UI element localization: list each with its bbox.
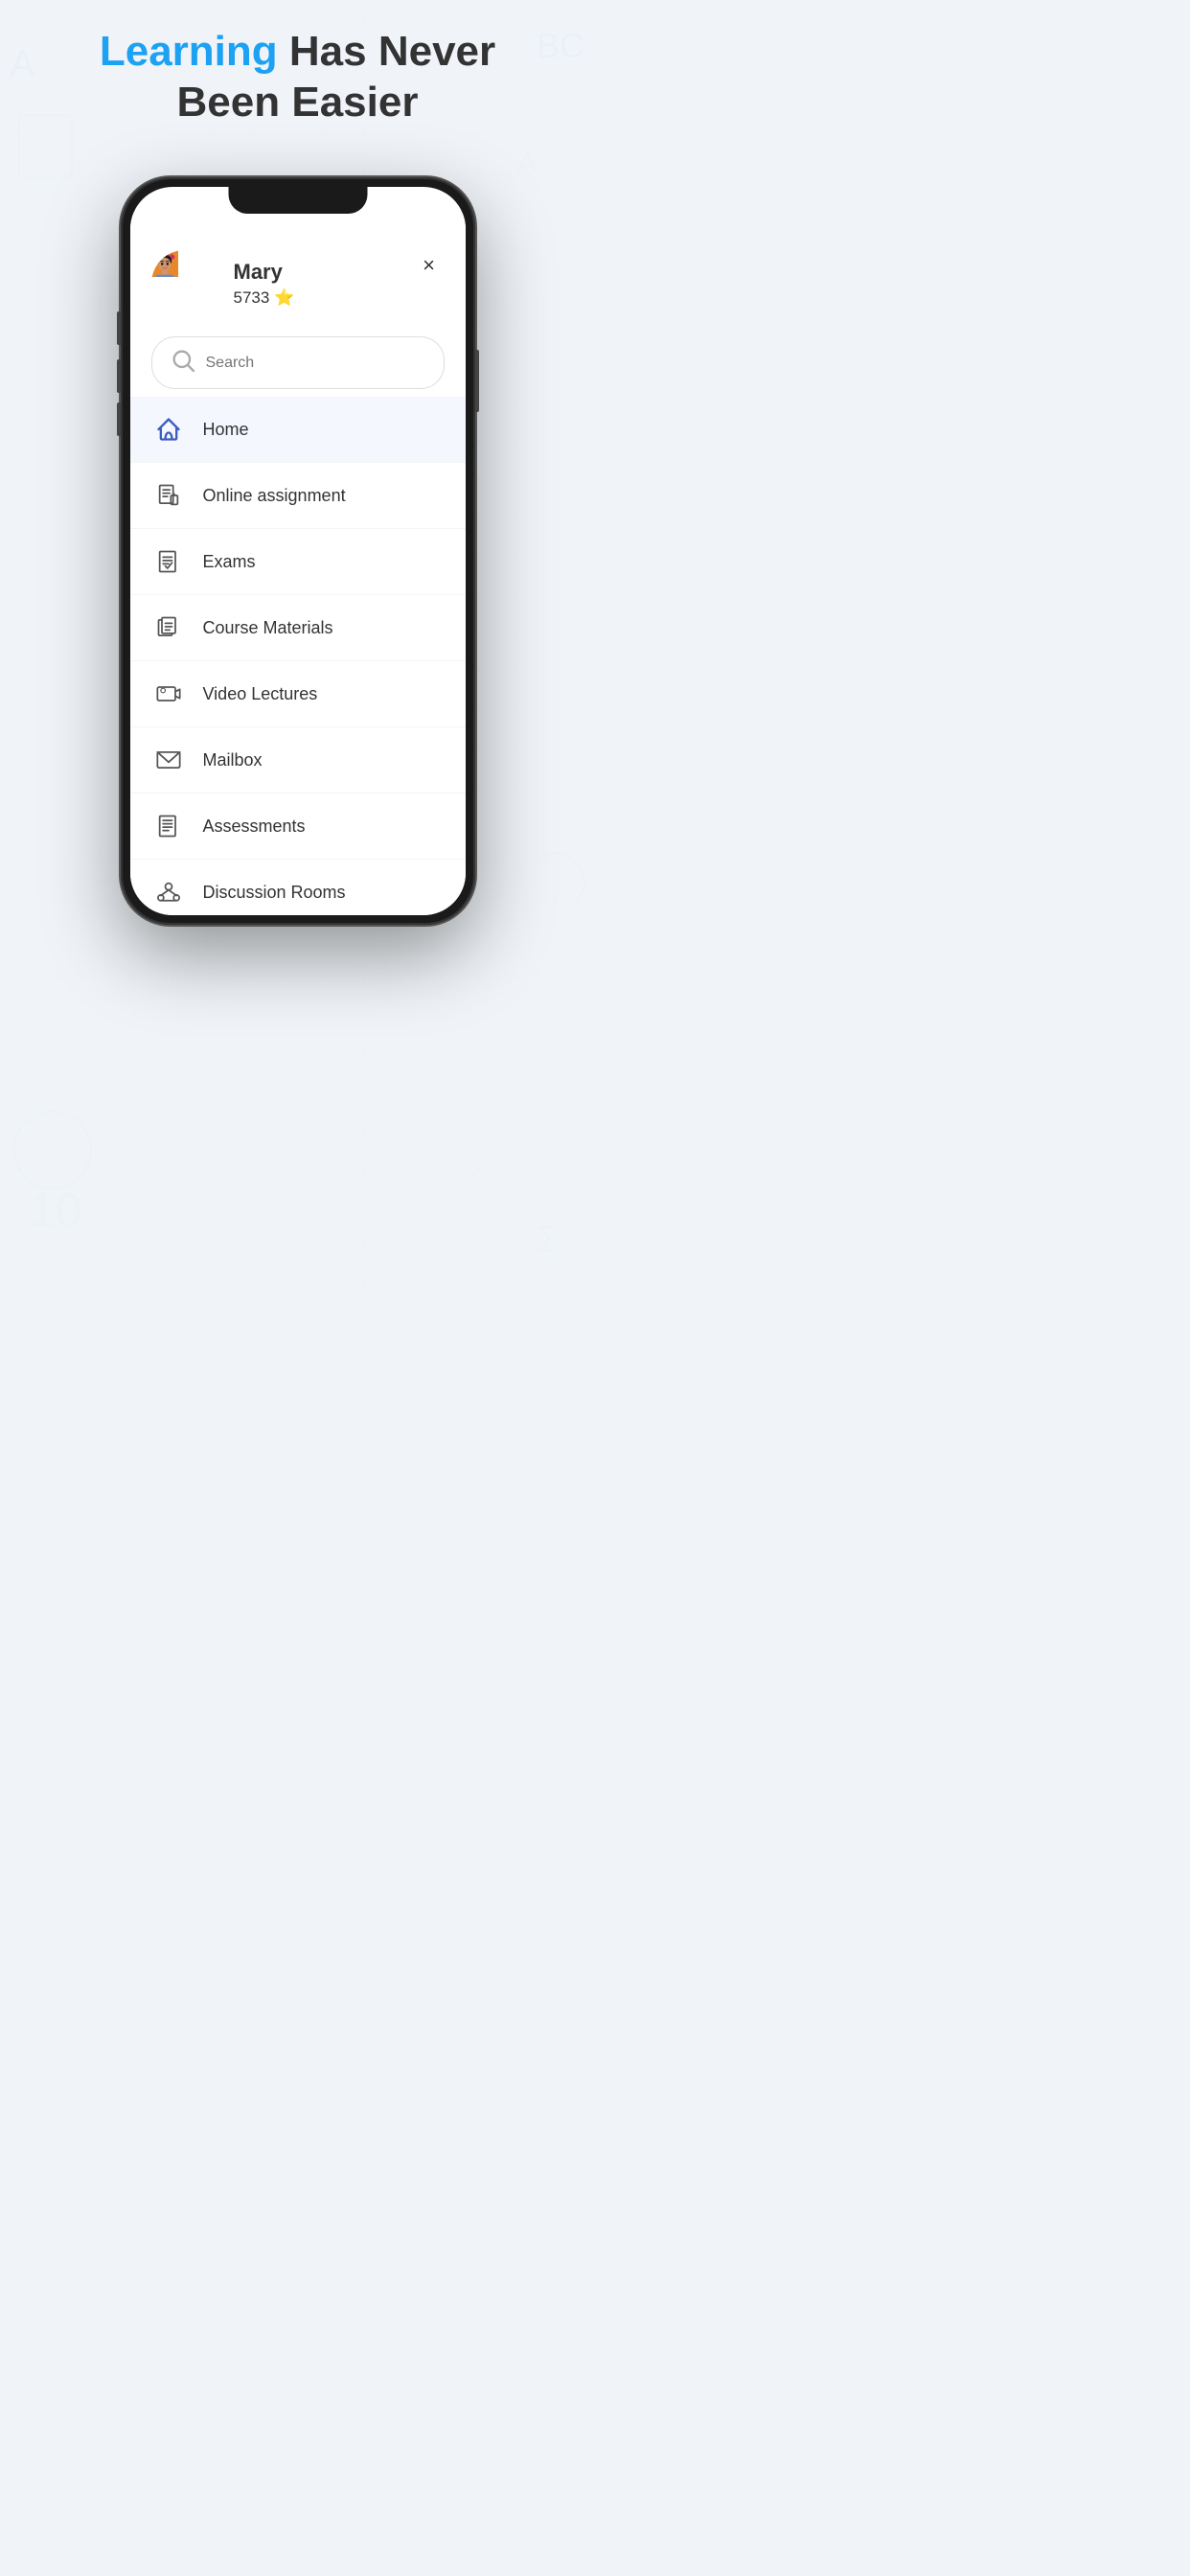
header-highlight: Learning (100, 28, 278, 75)
close-button[interactable]: × (414, 250, 445, 281)
home-icon (151, 412, 186, 447)
menu-label-home: Home (203, 420, 249, 440)
menu-label-course-materials: Course Materials (203, 618, 333, 638)
phone-notch (228, 187, 367, 214)
menu-item-exams[interactable]: Exams (130, 529, 466, 595)
svg-text:10: 10 (29, 1184, 82, 1237)
discussion-rooms-icon (151, 875, 186, 909)
menu-list: Home Online assignment (130, 397, 466, 915)
profile-info: Mary 5733 ⭐ (234, 260, 295, 308)
menu-label-video-lectures: Video Lectures (203, 684, 318, 704)
menu-item-course-materials[interactable]: Course Materials (130, 595, 466, 661)
header-line2: Been Easier (177, 79, 419, 126)
exams-icon (151, 544, 186, 579)
menu-item-online-assignment[interactable]: Online assignment (130, 463, 466, 529)
menu-label-discussion-rooms: Discussion Rooms (203, 883, 346, 903)
course-materials-icon (151, 610, 186, 645)
search-icon (170, 347, 196, 379)
menu-label-exams: Exams (203, 552, 256, 572)
svg-text:A: A (517, 148, 537, 179)
search-input[interactable] (206, 355, 426, 372)
svg-text:∑: ∑ (537, 1221, 557, 1253)
menu-item-assessments[interactable]: Assessments (130, 794, 466, 860)
menu-item-mailbox[interactable]: Mailbox (130, 727, 466, 794)
online-assignment-icon (151, 478, 186, 513)
screen-content: × (130, 214, 466, 915)
assessments-icon (151, 809, 186, 843)
avatar (151, 250, 218, 317)
menu-label-online-assignment: Online assignment (203, 486, 346, 506)
menu-item-discussion-rooms[interactable]: Discussion Rooms (130, 860, 466, 915)
menu-label-mailbox: Mailbox (203, 750, 263, 770)
video-lectures-icon (151, 677, 186, 711)
search-bar[interactable] (151, 336, 445, 389)
header-rest: Has Never (278, 28, 495, 75)
menu-item-video-lectures[interactable]: Video Lectures (130, 661, 466, 727)
menu-item-home[interactable]: Home (130, 397, 466, 463)
profile-name: Mary (234, 260, 295, 285)
menu-label-assessments: Assessments (203, 816, 306, 837)
profile-stars: 5733 ⭐ (234, 288, 295, 308)
phone-screen: × (130, 187, 466, 915)
mailbox-icon (151, 743, 186, 777)
phone-frame: × (121, 177, 475, 925)
app-header: Learning Has Never Been Easier (0, 27, 595, 128)
